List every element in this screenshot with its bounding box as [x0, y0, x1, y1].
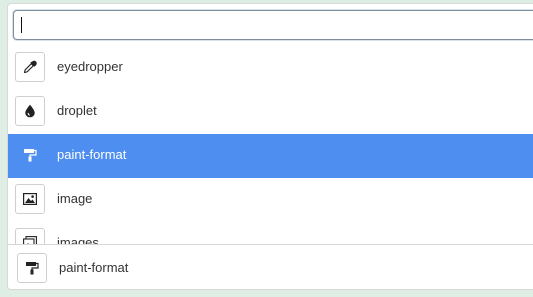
text-cursor: [21, 17, 22, 33]
list-item-eyedropper[interactable]: eyedropper: [8, 46, 533, 90]
list-item-label: image: [57, 191, 93, 206]
list-item-paint-format[interactable]: paint-format: [8, 134, 533, 178]
paint-format-icon: [15, 140, 45, 170]
list-item-label: images: [57, 235, 99, 244]
image-icon: [15, 184, 45, 214]
images-icon: [15, 228, 45, 244]
results-list[interactable]: eyedropper droplet paint-format image im…: [8, 46, 533, 244]
selected-preview-label: paint-format: [59, 260, 129, 275]
search-input[interactable]: [13, 10, 533, 40]
droplet-icon: [15, 96, 45, 126]
list-item-label: paint-format: [57, 147, 127, 162]
list-item-images[interactable]: images: [8, 222, 533, 244]
eyedropper-icon: [15, 52, 45, 82]
selected-preview: paint-format: [8, 244, 533, 289]
list-item-label: droplet: [57, 103, 97, 118]
icon-picker-panel: eyedropper droplet paint-format image im…: [7, 3, 533, 290]
list-item-image[interactable]: image: [8, 178, 533, 222]
list-item-droplet[interactable]: droplet: [8, 90, 533, 134]
paint-format-icon: [17, 253, 47, 283]
list-item-label: eyedropper: [57, 59, 123, 74]
